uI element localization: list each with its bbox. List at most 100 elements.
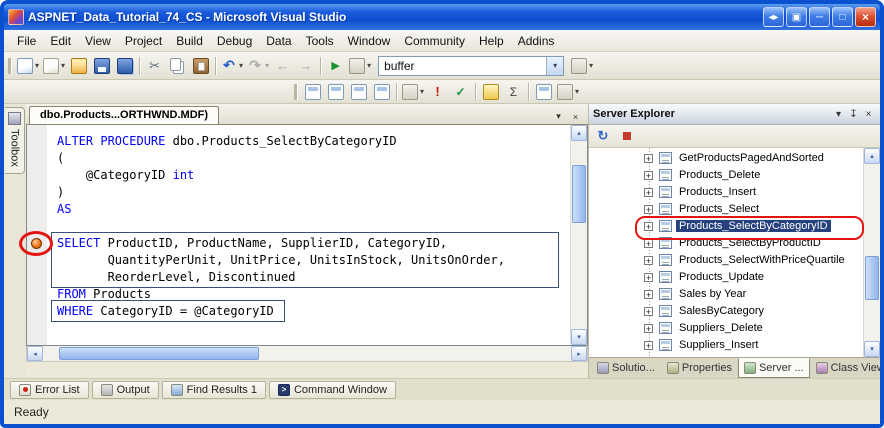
tree-vertical-scrollbar[interactable] bbox=[863, 148, 880, 357]
scroll-left-icon[interactable] bbox=[27, 346, 43, 361]
expand-icon[interactable] bbox=[644, 154, 653, 163]
tree-item[interactable]: SalesByCategory bbox=[589, 303, 880, 320]
copy-button[interactable] bbox=[166, 55, 189, 77]
redo-button[interactable] bbox=[245, 55, 271, 77]
tree-item[interactable]: Products_Delete bbox=[589, 167, 880, 184]
minimize-button[interactable]: ─ bbox=[809, 7, 830, 27]
expand-icon[interactable] bbox=[644, 307, 653, 316]
tab-properties[interactable]: Properties bbox=[661, 358, 738, 378]
scroll-down-icon[interactable] bbox=[864, 341, 880, 357]
titlebar[interactable]: ASPNET_Data_Tutorial_74_CS - Microsoft V… bbox=[4, 4, 880, 30]
add-table-button[interactable] bbox=[479, 81, 502, 103]
panel-header[interactable]: Server Explorer ▾↧× bbox=[589, 104, 880, 125]
tab-class-view[interactable]: Class View bbox=[810, 358, 884, 378]
combo-dropdown-icon[interactable] bbox=[546, 57, 563, 75]
expand-icon[interactable] bbox=[644, 273, 653, 282]
change-query-type-button[interactable] bbox=[400, 81, 426, 103]
scroll-track[interactable] bbox=[43, 346, 571, 361]
menu-window[interactable]: Window bbox=[341, 32, 398, 50]
find-in-files-button[interactable] bbox=[569, 55, 595, 77]
tree-item[interactable]: Products_SelectByProductID bbox=[589, 235, 880, 252]
scroll-thumb[interactable] bbox=[572, 165, 586, 223]
expand-icon[interactable] bbox=[644, 188, 653, 197]
window-switch-button[interactable]: ◂▸ bbox=[763, 7, 784, 27]
stop-refresh-button[interactable] bbox=[616, 126, 638, 146]
menu-addins[interactable]: Addins bbox=[511, 32, 562, 50]
tree-item[interactable]: Products_SelectWithPriceQuartile bbox=[589, 252, 880, 269]
stored-procedures-tree[interactable]: GetProductsPagedAndSorted Products_Delet… bbox=[589, 148, 880, 357]
menu-file[interactable]: File bbox=[10, 32, 43, 50]
tab-server-explorer[interactable]: Server ... bbox=[738, 358, 810, 378]
editor-vertical-scrollbar[interactable] bbox=[570, 125, 587, 345]
close-button[interactable]: × bbox=[855, 7, 876, 27]
window-position-button[interactable]: ▾ bbox=[831, 107, 846, 122]
toolbox-tab[interactable]: Toolbox bbox=[5, 107, 25, 174]
tab-output[interactable]: Output bbox=[92, 381, 159, 399]
paste-button[interactable] bbox=[189, 55, 212, 77]
expand-icon[interactable] bbox=[644, 324, 653, 333]
tab-command-window[interactable]: Command Window bbox=[269, 381, 396, 399]
menu-project[interactable]: Project bbox=[118, 32, 169, 50]
menu-build[interactable]: Build bbox=[169, 32, 210, 50]
menu-community[interactable]: Community bbox=[397, 32, 472, 50]
row-filter-button[interactable] bbox=[555, 81, 581, 103]
tree-item[interactable]: Sales by Year bbox=[589, 286, 880, 303]
scroll-down-icon[interactable] bbox=[571, 329, 587, 345]
menu-tools[interactable]: Tools bbox=[299, 32, 341, 50]
menu-data[interactable]: Data bbox=[259, 32, 298, 50]
expand-icon[interactable] bbox=[644, 205, 653, 214]
start-debug-button[interactable] bbox=[324, 55, 347, 77]
tab-solution-explorer[interactable]: Solutio... bbox=[591, 358, 661, 378]
tree-item[interactable]: GetProductsPagedAndSorted bbox=[589, 150, 880, 167]
auto-hide-pin-button[interactable]: ↧ bbox=[846, 107, 861, 122]
scroll-thumb[interactable] bbox=[865, 256, 879, 300]
new-project-button[interactable] bbox=[15, 55, 41, 77]
menu-edit[interactable]: Edit bbox=[43, 32, 78, 50]
cut-button[interactable] bbox=[143, 55, 166, 77]
execute-sql-button[interactable] bbox=[426, 81, 449, 103]
show-criteria-pane-button[interactable] bbox=[324, 81, 347, 103]
toolbar-grip[interactable] bbox=[8, 58, 11, 74]
expand-icon[interactable] bbox=[644, 290, 653, 299]
expand-icon[interactable] bbox=[644, 171, 653, 180]
scroll-up-icon[interactable] bbox=[571, 125, 587, 141]
show-diagram-pane-button[interactable] bbox=[301, 81, 324, 103]
verify-sql-syntax-button[interactable] bbox=[449, 81, 472, 103]
tree-item[interactable]: Suppliers_Insert bbox=[589, 337, 880, 354]
scroll-track[interactable] bbox=[864, 164, 880, 341]
scroll-thumb[interactable] bbox=[59, 347, 259, 360]
active-files-dropdown-button[interactable]: ▾ bbox=[551, 109, 566, 124]
solution-configurations-button[interactable] bbox=[347, 55, 373, 77]
show-sql-pane-button[interactable] bbox=[347, 81, 370, 103]
window-menu-button[interactable]: ▣ bbox=[786, 7, 807, 27]
scroll-track[interactable] bbox=[571, 141, 587, 329]
navigate-forward-button[interactable] bbox=[294, 55, 317, 77]
navigate-backward-button[interactable] bbox=[271, 55, 294, 77]
toolbar-grip[interactable] bbox=[294, 84, 297, 100]
tree-item[interactable]: Products_Select bbox=[589, 201, 880, 218]
close-document-button[interactable]: × bbox=[568, 109, 583, 124]
expand-icon[interactable] bbox=[644, 239, 653, 248]
save-all-button[interactable] bbox=[113, 55, 136, 77]
save-button[interactable] bbox=[90, 55, 113, 77]
expand-icon[interactable] bbox=[644, 256, 653, 265]
open-file-button[interactable] bbox=[67, 55, 90, 77]
add-derived-table-button[interactable] bbox=[532, 81, 555, 103]
show-results-pane-button[interactable] bbox=[370, 81, 393, 103]
close-panel-button[interactable]: × bbox=[861, 107, 876, 122]
add-new-item-button[interactable] bbox=[41, 55, 67, 77]
indicator-margin[interactable] bbox=[27, 125, 47, 345]
editor-horizontal-scrollbar[interactable] bbox=[26, 346, 588, 362]
document-tab[interactable]: dbo.Products...ORTHWND.MDF) bbox=[29, 106, 219, 124]
tree-item[interactable]: Products_SelectByCategoryID bbox=[589, 218, 880, 235]
tree-item[interactable]: Products_Update bbox=[589, 269, 880, 286]
tab-find-results[interactable]: Find Results 1 bbox=[162, 381, 266, 399]
refresh-button[interactable] bbox=[592, 126, 614, 146]
expand-icon[interactable] bbox=[644, 341, 653, 350]
tree-item[interactable]: Products_Insert bbox=[589, 184, 880, 201]
tree-item[interactable]: Suppliers_Delete bbox=[589, 320, 880, 337]
sql-code[interactable]: ALTER PROCEDURE dbo.Products_SelectByCat… bbox=[47, 125, 570, 345]
undo-button[interactable] bbox=[219, 55, 245, 77]
add-group-by-button[interactable] bbox=[502, 81, 525, 103]
scroll-right-icon[interactable] bbox=[571, 346, 587, 361]
